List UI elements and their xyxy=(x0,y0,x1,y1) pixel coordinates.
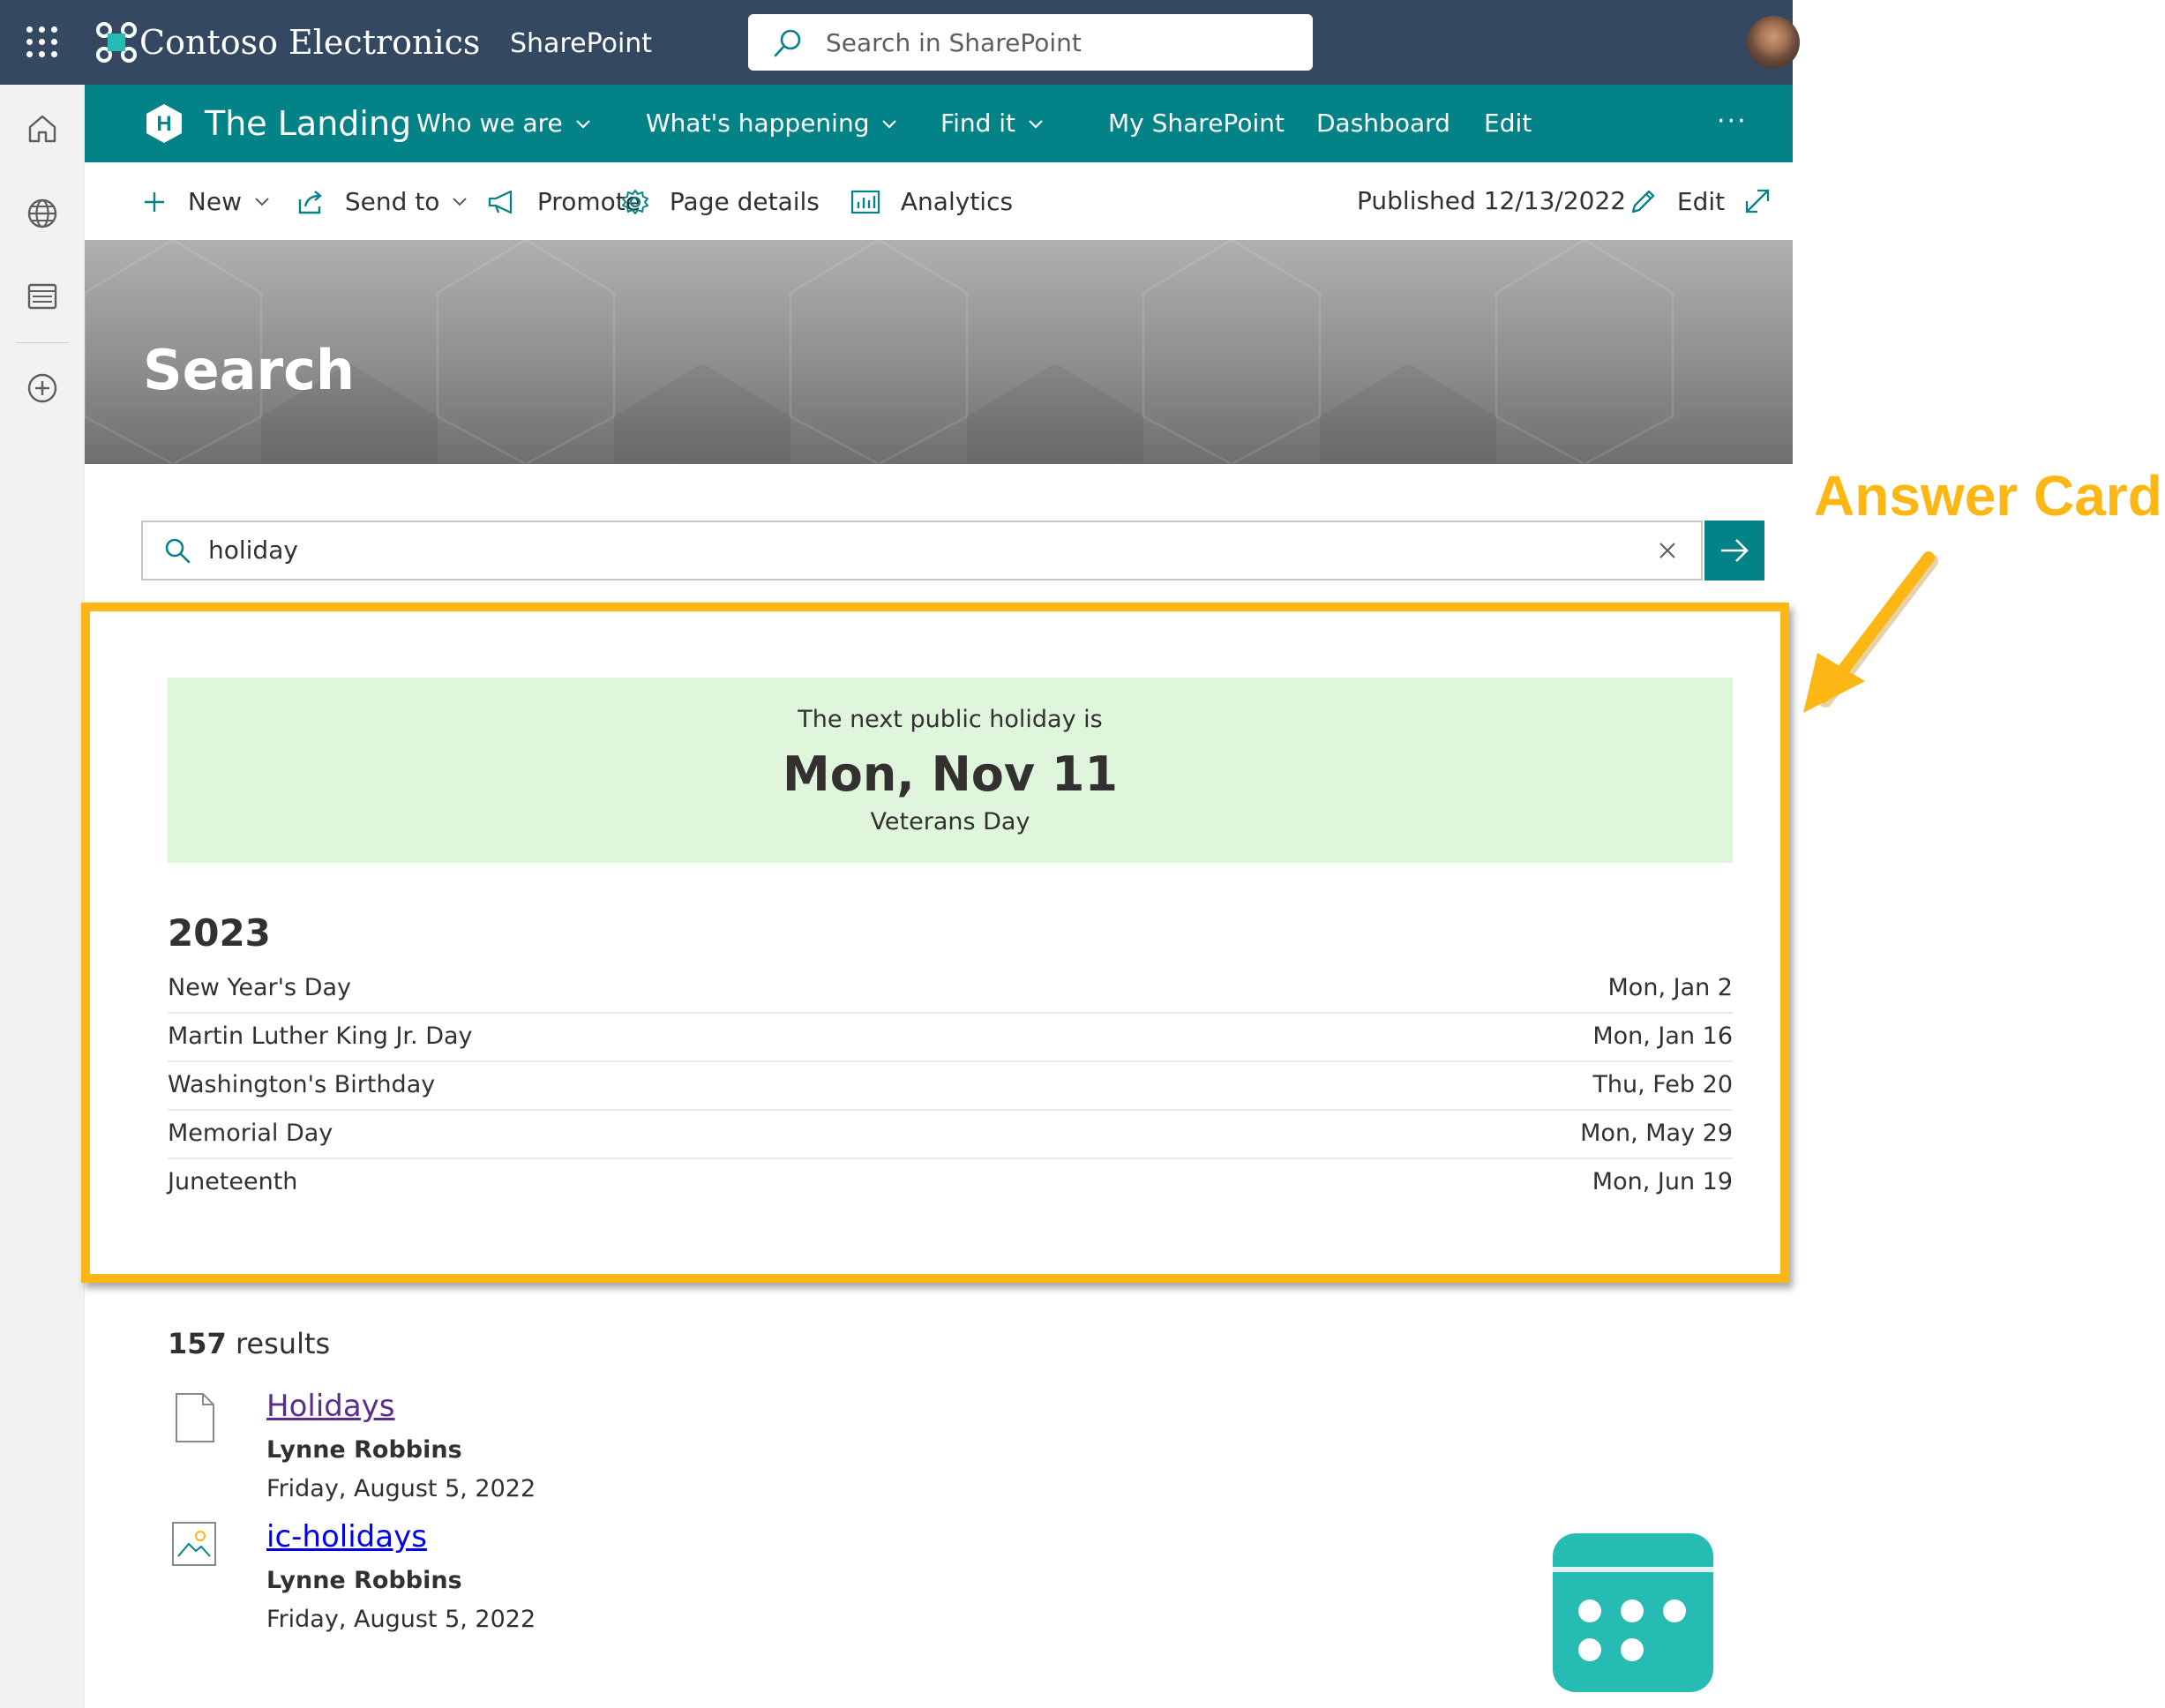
send-to-button[interactable]: Send to xyxy=(296,185,468,218)
next-holiday-name: Veterans Day xyxy=(870,808,1030,835)
hub-logo-icon[interactable]: H xyxy=(143,102,185,145)
holiday-date: Mon, Jun 19 xyxy=(1592,1168,1733,1195)
next-holiday-banner: The next public holiday is Mon, Nov 11 V… xyxy=(168,678,1733,863)
promote-button[interactable]: Promote xyxy=(487,185,641,218)
nav-label: What's happening xyxy=(646,109,870,138)
app-bar xyxy=(0,85,85,1708)
result-title-link[interactable]: ic-holidays xyxy=(266,1517,427,1556)
edit-label: Edit xyxy=(1676,187,1726,216)
results-suffix: results xyxy=(235,1327,331,1360)
pencil-icon xyxy=(1631,190,1655,214)
image-file-icon xyxy=(172,1522,216,1566)
contoso-logo-icon[interactable] xyxy=(95,21,138,64)
app-bar-divider xyxy=(16,342,69,343)
expand-icon[interactable] xyxy=(1743,187,1772,215)
page-title: Search xyxy=(143,338,356,402)
holiday-row: New Year's Day Mon, Jan 2 xyxy=(168,965,1733,1014)
document-icon xyxy=(176,1393,214,1442)
hub-logo-letter: H xyxy=(156,112,171,136)
more-options-icon[interactable]: ··· xyxy=(1717,106,1748,138)
search-icon xyxy=(165,538,191,564)
result-author: Lynne Robbins xyxy=(266,1436,462,1464)
holiday-name: Washington's Birthday xyxy=(168,1071,436,1098)
app-launcher-icon[interactable] xyxy=(25,25,60,60)
nav-dashboard[interactable]: Dashboard xyxy=(1316,108,1450,139)
analytics-label: Analytics xyxy=(900,187,1014,216)
suite-bar: Contoso Electronics SharePoint Search in… xyxy=(0,0,1800,85)
holiday-date: Mon, Jan 16 xyxy=(1592,1023,1733,1050)
answer-card-annotation: Answer Card xyxy=(1814,464,2162,528)
nav-my-sharepoint[interactable]: My SharePoint xyxy=(1108,108,1285,139)
edit-button[interactable]: Edit xyxy=(1629,185,1725,218)
analytics-button[interactable]: Analytics xyxy=(850,185,1013,218)
search-submit-button[interactable] xyxy=(1704,521,1764,581)
search-input[interactable]: holiday xyxy=(208,535,298,566)
holiday-year-heading: 2023 xyxy=(168,911,271,955)
page-details-button[interactable]: Page details xyxy=(621,185,820,218)
nav-whats-happening[interactable]: What's happening xyxy=(646,108,897,139)
result-date: Friday, August 5, 2022 xyxy=(266,1475,536,1502)
command-bar: New Send to Promote Page details Analyti… xyxy=(85,162,1793,240)
holiday-date: Mon, May 29 xyxy=(1580,1120,1733,1147)
create-plus-icon[interactable] xyxy=(23,369,62,408)
chevron-down-icon xyxy=(255,198,269,206)
result-date: Friday, August 5, 2022 xyxy=(266,1606,536,1633)
holiday-name: Juneteenth xyxy=(168,1168,298,1195)
gear-icon xyxy=(622,190,648,214)
share-icon xyxy=(298,191,322,214)
nav-label: Who we are xyxy=(416,109,563,138)
search-icon xyxy=(774,29,801,57)
chevron-down-icon xyxy=(453,198,468,206)
new-label: New xyxy=(187,187,242,216)
chevron-down-icon xyxy=(1029,120,1043,129)
search-placeholder: Search in SharePoint xyxy=(826,28,1082,57)
results-number: 157 xyxy=(168,1327,227,1360)
globe-icon[interactable] xyxy=(23,194,62,233)
holiday-name: New Year's Day xyxy=(168,974,352,1001)
calendar-icon xyxy=(1553,1533,1713,1692)
nav-find-it[interactable]: Find it xyxy=(940,108,1044,139)
search-box[interactable]: holiday xyxy=(141,521,1703,581)
nav-edit[interactable]: Edit xyxy=(1484,108,1532,139)
annotation-arrow-icon xyxy=(1803,551,1938,713)
holiday-date: Mon, Jan 2 xyxy=(1607,974,1733,1001)
avatar[interactable] xyxy=(1747,16,1800,69)
hub-site-title[interactable]: The Landing xyxy=(205,102,411,145)
holiday-row: Martin Luther King Jr. Day Mon, Jan 16 xyxy=(168,1014,1733,1062)
result-author: Lynne Robbins xyxy=(266,1567,462,1594)
holiday-row: Washington's Birthday Thu, Feb 20 xyxy=(168,1062,1733,1111)
result-item: ic-holidays Lynne Robbins Friday, August… xyxy=(168,1514,962,1646)
megaphone-icon xyxy=(488,190,513,214)
nav-label: Find it xyxy=(940,109,1016,138)
brand-name[interactable]: Contoso Electronics xyxy=(139,21,480,64)
analytics-icon xyxy=(850,190,880,214)
page-details-label: Page details xyxy=(669,187,820,216)
result-title-link[interactable]: Holidays xyxy=(266,1387,395,1426)
app-name[interactable]: SharePoint xyxy=(510,26,652,62)
holiday-name: Martin Luther King Jr. Day xyxy=(168,1023,473,1050)
hub-navigation: H The Landing Who we are What's happenin… xyxy=(85,85,1793,162)
holiday-row: Juneteenth Mon, Jun 19 xyxy=(168,1159,1733,1208)
news-feed-icon[interactable] xyxy=(23,277,62,316)
arrow-right-icon xyxy=(1721,539,1749,562)
holiday-date: Thu, Feb 20 xyxy=(1592,1071,1733,1098)
send-to-label: Send to xyxy=(344,187,440,216)
new-button[interactable]: New xyxy=(141,185,270,218)
nav-who-we-are[interactable]: Who we are xyxy=(416,108,591,139)
results-count: 157 results xyxy=(168,1325,330,1362)
home-icon[interactable] xyxy=(23,109,62,148)
holiday-name: Memorial Day xyxy=(168,1120,333,1147)
page-banner: Search xyxy=(85,240,1793,464)
published-date: Published 12/13/2022 xyxy=(1357,186,1627,215)
holiday-list: New Year's Day Mon, Jan 2 Martin Luther … xyxy=(168,965,1733,1208)
chevron-down-icon xyxy=(882,120,897,129)
result-item: Holidays Lynne Robbins Friday, August 5,… xyxy=(168,1383,962,1516)
clear-icon[interactable] xyxy=(1655,538,1680,563)
plus-icon xyxy=(145,192,164,212)
next-holiday-intro: The next public holiday is xyxy=(798,706,1103,733)
holiday-row: Memorial Day Mon, May 29 xyxy=(168,1111,1733,1159)
chevron-down-icon xyxy=(576,120,590,129)
sharepoint-search-box[interactable]: Search in SharePoint xyxy=(748,14,1313,71)
next-holiday-date: Mon, Nov 11 xyxy=(782,746,1119,802)
